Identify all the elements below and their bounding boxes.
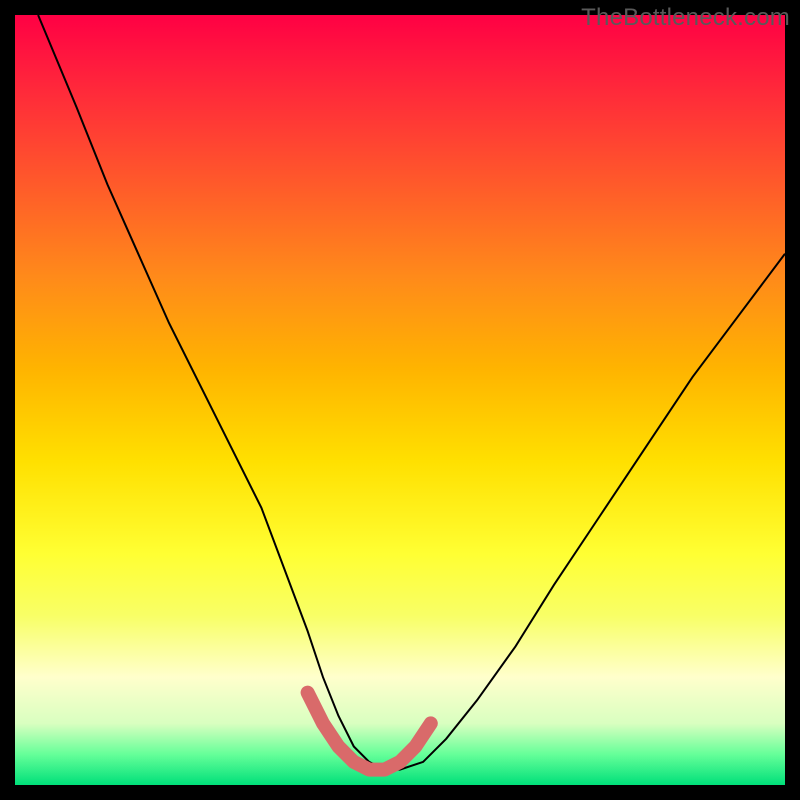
optimal-zone-highlight-path: [308, 693, 431, 770]
chart-stage: TheBottleneck.com: [0, 0, 800, 800]
chart-svg: [15, 15, 785, 785]
plot-area: [15, 15, 785, 785]
watermark-text: TheBottleneck.com: [581, 4, 790, 32]
bottleneck-curve-path: [38, 15, 785, 770]
